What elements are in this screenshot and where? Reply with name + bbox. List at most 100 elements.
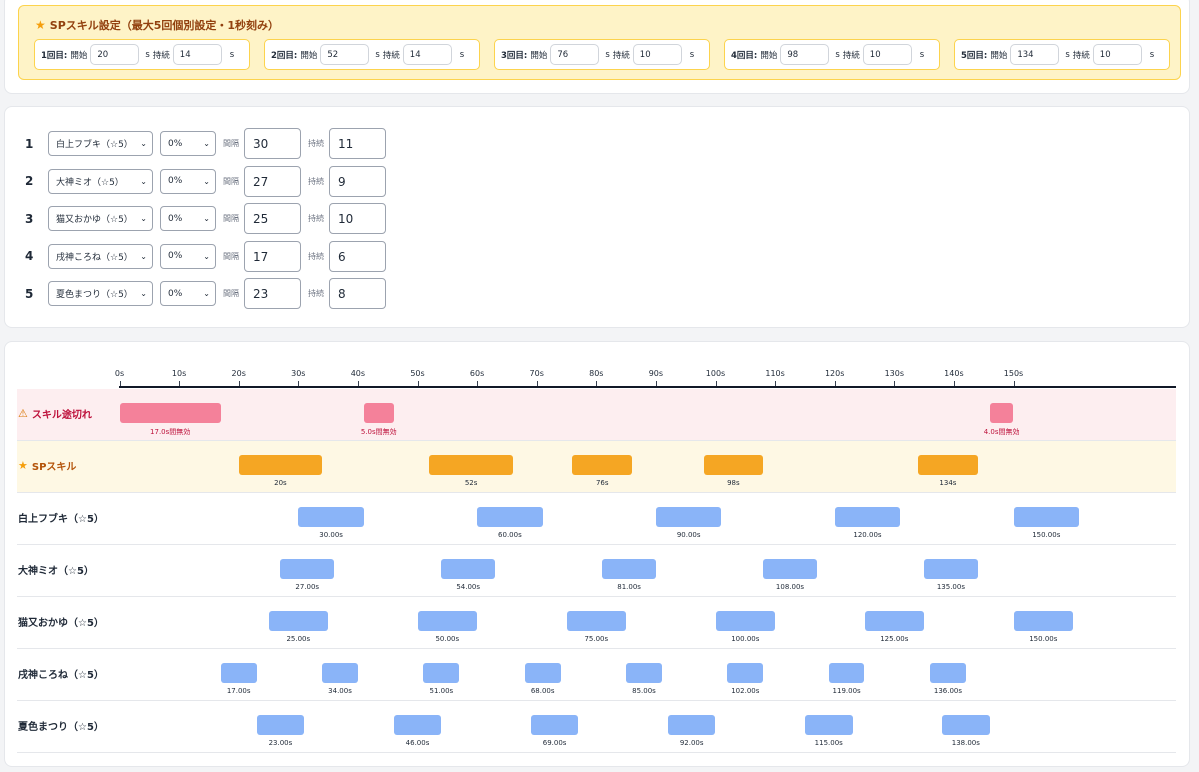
- rate-select[interactable]: 0% ⌄: [160, 168, 216, 194]
- bar-label: 54.00s: [456, 583, 480, 591]
- member-select[interactable]: 大神ミオ（☆5） ⌄: [48, 168, 153, 194]
- bar-label: 134s: [939, 479, 957, 487]
- start-label: 開始: [300, 50, 318, 61]
- member-select-value: 戌神ころね（☆5）: [56, 252, 133, 263]
- timeline-axis: [119, 386, 1176, 388]
- timeline-bar: [727, 663, 764, 683]
- duration-input[interactable]: 9: [329, 165, 386, 197]
- sp-start-input[interactable]: 134: [1010, 44, 1060, 65]
- sp-duration-input[interactable]: 14: [172, 44, 222, 65]
- sp-start-input[interactable]: 20: [90, 44, 140, 65]
- star-icon: ★: [18, 459, 28, 472]
- tick-label: 10s: [171, 369, 187, 378]
- sp-slot-1: 1回目: 開始 20 s 持続 14 s: [34, 39, 250, 70]
- timeline-bar: [322, 663, 358, 683]
- sp-slot-5: 5回目: 開始 134 s 持続 10 s: [954, 39, 1170, 70]
- lane-label: 猫又おかゆ（☆5）: [18, 614, 104, 629]
- member-row: 3 猫又おかゆ（☆5） ⌄ 0% ⌄ 間隔 25 持続 10: [25, 203, 386, 234]
- lane-label: ⚠ スキル途切れ: [18, 406, 92, 421]
- lane-label-text: 戌神ころね（☆5）: [18, 670, 104, 681]
- timeline-bar: [703, 455, 764, 475]
- sp-start-input[interactable]: 52: [320, 44, 370, 65]
- sp-slot-3: 3回目: 開始 76 s 持続 10 s: [494, 39, 710, 70]
- tick-label: 140s: [944, 369, 964, 378]
- duration-label: 持続: [382, 50, 400, 61]
- unit-label: s: [835, 49, 840, 60]
- bar-label: 52s: [464, 479, 478, 487]
- unit-label: s: [1149, 49, 1155, 60]
- sp-start-input[interactable]: 98: [780, 44, 830, 65]
- tick-label: 120s: [824, 369, 845, 378]
- timeline-bar: [429, 455, 513, 475]
- chevron-down-icon: ⌄: [140, 289, 147, 298]
- rate-select[interactable]: 0% ⌄: [160, 206, 216, 231]
- interval-label: 間隔: [223, 251, 239, 261]
- duration-label: 持続: [152, 50, 170, 61]
- member-row: 2 大神ミオ（☆5） ⌄ 0% ⌄ 間隔 27 持続 9: [25, 165, 386, 197]
- bar-label: 75.00s: [584, 635, 609, 643]
- timeline-lane: 白上フブキ（☆5）: [17, 493, 1176, 545]
- sp-slot-2: 2回目: 開始 52 s 持続 14 s: [264, 39, 480, 70]
- unit-label: s: [1065, 49, 1070, 60]
- lane-label-text: 猫又おかゆ（☆5）: [18, 618, 104, 629]
- member-select[interactable]: 戌神ころね（☆5） ⌄: [48, 243, 153, 269]
- sp-duration-input[interactable]: 10: [1092, 44, 1142, 65]
- timeline-bar: [989, 403, 1014, 423]
- tick-label: 130s: [884, 369, 905, 378]
- sp-slot-label: 3回目:: [501, 50, 528, 61]
- interval-label: 間隔: [223, 176, 239, 186]
- bar-label: 17.00s: [226, 687, 251, 695]
- timeline-bar: [1013, 611, 1074, 631]
- member-select[interactable]: 夏色まつり（☆5） ⌄: [48, 281, 153, 306]
- duration-label: 持続: [308, 214, 324, 223]
- interval-input[interactable]: 23: [244, 278, 301, 309]
- bar-label: 23.00s: [268, 739, 293, 747]
- timeline-bar: [715, 611, 776, 631]
- interval-input[interactable]: 17: [244, 240, 301, 272]
- duration-input[interactable]: 8: [329, 278, 386, 309]
- timeline-bar: [268, 611, 329, 631]
- lane-label-text: 白上フブキ（☆5）: [18, 514, 104, 525]
- lane-label-text: スキル途切れ: [31, 410, 92, 421]
- sp-duration-input[interactable]: 10: [862, 44, 912, 65]
- member-select[interactable]: 猫又おかゆ（☆5） ⌄: [48, 206, 153, 231]
- bar-label: 25.00s: [286, 635, 311, 643]
- member-select-value: 大神ミオ（☆5）: [56, 177, 124, 188]
- member-row: 5 夏色まつり（☆5） ⌄ 0% ⌄ 間隔 23 持続 8: [25, 278, 386, 309]
- sp-duration-input[interactable]: 10: [632, 44, 682, 65]
- rate-select[interactable]: 0% ⌄: [160, 131, 216, 156]
- interval-input[interactable]: 30: [244, 128, 301, 159]
- sp-duration-input[interactable]: 14: [402, 44, 452, 65]
- timeline-lane: 夏色まつり（☆5）: [17, 701, 1176, 753]
- unit-label: s: [689, 49, 695, 60]
- bar-label: 30.00s: [319, 531, 343, 539]
- timeline-bar: [524, 663, 561, 683]
- bar-label: 76s: [595, 479, 609, 487]
- interval-input[interactable]: 25: [244, 203, 301, 234]
- timeline-bar: [280, 559, 335, 579]
- timeline-bar: [924, 559, 978, 579]
- member-select[interactable]: 白上フブキ（☆5） ⌄: [48, 131, 153, 156]
- sp-settings-card: ★ SPスキル設定（最大5回個別設定・1秒刻み） 1回目: 開始 20 s 持続 14 s 2…: [4, 0, 1190, 94]
- tick-label: 110s: [765, 369, 785, 378]
- chevron-down-icon: ⌄: [140, 251, 147, 261]
- rate-select[interactable]: 0% ⌄: [160, 243, 216, 269]
- member-select-value: 猫又おかゆ（☆5）: [56, 215, 133, 225]
- bar-label: 102.00s: [731, 687, 760, 695]
- timeline-bar: [864, 611, 925, 631]
- duration-input[interactable]: 10: [329, 203, 386, 234]
- start-label: 開始: [990, 50, 1008, 61]
- rate-select-value: 0%: [168, 176, 183, 186]
- timeline-bar: [828, 663, 865, 683]
- bar-label: 34.00s: [328, 687, 352, 695]
- duration-input[interactable]: 6: [329, 240, 386, 272]
- members-card: 1 白上フブキ（☆5） ⌄ 0% ⌄ 間隔 30 持続 11 2 大神ミオ（☆5） ⌄ 0% ⌄ 間隔 27 持…: [4, 106, 1190, 328]
- chevron-down-icon: ⌄: [203, 289, 210, 298]
- unit-label: s: [919, 49, 925, 60]
- interval-input[interactable]: 27: [244, 165, 301, 197]
- interval-label: 間隔: [223, 289, 239, 298]
- sp-start-input[interactable]: 76: [550, 44, 600, 65]
- rate-select-value: 0%: [168, 251, 183, 261]
- duration-input[interactable]: 11: [329, 128, 386, 159]
- rate-select[interactable]: 0% ⌄: [160, 281, 216, 306]
